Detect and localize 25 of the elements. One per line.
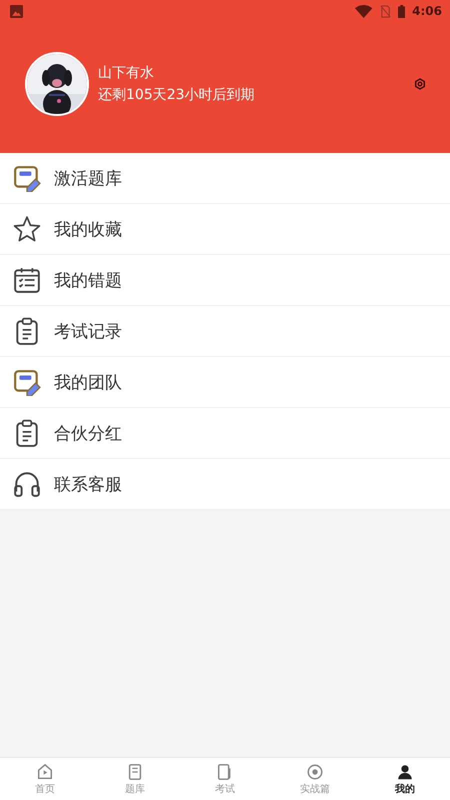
headset-icon — [13, 470, 41, 498]
image-icon — [10, 4, 23, 18]
expiry-text: 还剩105天23小时后到期 — [98, 86, 256, 104]
wifi-icon — [355, 4, 373, 18]
book-icon — [126, 762, 144, 780]
calendar-list-icon — [13, 266, 41, 294]
menu-item[interactable]: 我的错题 — [0, 255, 450, 306]
menu-item[interactable]: 我的收藏 — [0, 204, 450, 255]
user-name: 山下有水 — [98, 64, 155, 82]
target-icon — [306, 762, 324, 780]
battery-icon — [398, 4, 406, 18]
star-icon — [13, 215, 41, 243]
status-time: 4:06 — [412, 4, 442, 18]
no-sim-icon — [380, 4, 391, 18]
menu-item[interactable]: 联系客服 — [0, 459, 450, 510]
menu-item[interactable]: 激活题库 — [0, 153, 450, 204]
card-pencil-icon — [13, 164, 41, 192]
card-pencil-icon — [13, 368, 41, 396]
menu-item[interactable]: 考试记录 — [0, 306, 450, 357]
menu-item[interactable]: 合伙分红 — [0, 408, 450, 459]
user-icon — [396, 762, 414, 780]
home-play-icon — [36, 762, 54, 780]
tab-item[interactable]: 我的 — [360, 758, 450, 800]
settings-icon[interactable] — [414, 78, 426, 90]
menu-item[interactable]: 我的团队 — [0, 357, 450, 408]
